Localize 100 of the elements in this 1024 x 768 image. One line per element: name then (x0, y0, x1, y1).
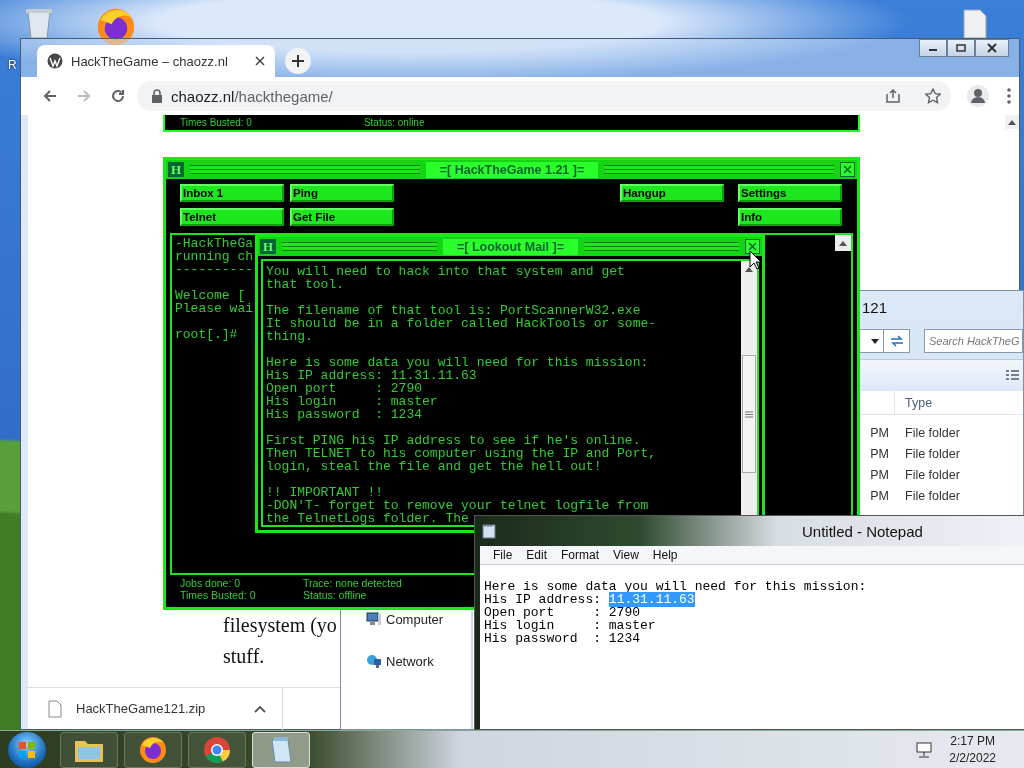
mail-line: You will need to hack into that system and get (266, 265, 625, 278)
chrome-icon (202, 734, 232, 765)
close-button[interactable] (975, 39, 1009, 57)
menu-item[interactable]: File (486, 548, 520, 562)
profile-icon[interactable] (967, 85, 989, 107)
game-button[interactable]: Inbox 1 (180, 184, 284, 202)
share-icon[interactable] (885, 88, 901, 104)
app-icon: H (168, 162, 184, 177)
windows-logo-icon (18, 740, 36, 759)
back-arrow-icon (42, 88, 58, 104)
view-icon[interactable] (1005, 368, 1019, 383)
mail-line: It should be in a folder called HackTools or some- (266, 317, 657, 330)
lock-icon (151, 89, 163, 103)
status-text: Jobs done: 0 (180, 577, 241, 589)
table-cell-text: File folder (904, 446, 960, 461)
firefox-icon[interactable] (95, 6, 137, 48)
page-text: filesystem (yo (223, 613, 337, 639)
status-text: Status: offline (303, 589, 367, 601)
notepad-icon (268, 735, 294, 764)
window-title: Untitled - Notepad (802, 522, 923, 540)
plus-icon (291, 54, 305, 68)
mail-line: that tool. (266, 278, 344, 291)
game-button[interactable]: Settings (738, 184, 842, 202)
strip-text: Status: online (363, 116, 425, 129)
mail-line: Here is some data you will need for this mission: (266, 356, 649, 369)
maximize-button[interactable] (947, 39, 975, 57)
up-arrow-icon (1008, 119, 1016, 125)
table-cell: PM (870, 446, 889, 461)
minimize-button[interactable] (919, 39, 947, 57)
window-title: 121 (862, 298, 888, 316)
table-cell-text: File folder (904, 488, 960, 503)
new-tab-button[interactable] (285, 48, 311, 74)
menu-item[interactable]: Edit (519, 548, 555, 562)
search-field[interactable]: Search HackTheG (924, 329, 1023, 353)
close-icon[interactable] (255, 56, 265, 66)
refresh-icon (888, 334, 905, 348)
terminal-line: running ch (175, 250, 253, 263)
close-icon (843, 165, 852, 174)
browser-tab[interactable]: HackTheGame – chaozz.nl (37, 45, 275, 77)
caret-icon[interactable] (254, 704, 266, 713)
start-button[interactable] (8, 731, 46, 768)
terminal-line: root[.]# (175, 328, 238, 341)
dropdown-icon[interactable] (871, 338, 879, 344)
menu-item[interactable]: View (606, 548, 646, 562)
wordpress-icon (47, 53, 63, 69)
menu-icon[interactable] (1007, 88, 1011, 104)
mail-line: The filename of that tool is: PortScannerW32.exe (266, 304, 641, 317)
nav-item[interactable]: Computer (366, 609, 471, 629)
terminal-line: Welcome [ (175, 289, 246, 302)
network-icon[interactable] (915, 740, 934, 759)
column-header[interactable]: Type (895, 395, 933, 410)
notepad-icon (482, 523, 496, 539)
scroll-up-button[interactable] (835, 235, 851, 251)
file-icon (48, 699, 62, 718)
grip-icon (745, 410, 753, 418)
mail-line: His IP address: 11.31.11.63 (266, 369, 477, 382)
scroll-up-button[interactable] (1005, 115, 1019, 129)
game-button[interactable]: Info (738, 208, 842, 226)
forward-arrow-icon (76, 88, 92, 104)
taskbar-button[interactable] (188, 731, 246, 768)
refresh-button[interactable] (884, 329, 910, 353)
maximize-icon (956, 44, 966, 52)
text-area[interactable]: Here is some data you will need for this mission: His IP address: 11.31.11.63 Open port : 2790 His login : master His password : 1234 (480, 565, 1024, 729)
menu-item[interactable]: Format (554, 548, 607, 562)
reload-icon (110, 88, 126, 104)
up-arrow-icon (839, 240, 847, 246)
close-icon (987, 43, 997, 53)
game-button[interactable]: Telnet (180, 208, 284, 226)
game-button[interactable]: Get File (290, 208, 394, 226)
clock[interactable]: 2:17 PM 2/2/2022 (949, 732, 996, 767)
mail-line: His login : master (266, 395, 438, 408)
table-cell: PM (870, 425, 889, 440)
status-text: Trace: none detected (303, 577, 402, 589)
mail-line: First PING his IP address to see if he's online. (266, 434, 641, 447)
text-line: His password : 1234 (484, 632, 641, 645)
table-cell-text: File folder (904, 467, 960, 482)
star-icon[interactable] (925, 88, 941, 104)
menu-item[interactable]: Help (645, 548, 685, 562)
text-line: Here is some data you will need for this mission: (484, 580, 867, 593)
terminal-line: Please wai (175, 302, 253, 315)
window-title: =[ Lookout Mail ]= (443, 238, 578, 255)
nav-item[interactable]: Network (366, 651, 471, 671)
game-button[interactable]: Hangup (620, 184, 724, 202)
window-title: =[ HackTheGame 1.21 ]= (425, 161, 599, 178)
taskbar-button[interactable] (60, 731, 118, 768)
icon-label: R (8, 58, 17, 72)
close-button[interactable] (745, 239, 760, 254)
mail-line: Open port : 2790 (266, 382, 423, 395)
strip-text: Times Busted: 0 (180, 116, 252, 129)
terminal-line: -HackTheGa (175, 237, 253, 250)
close-button[interactable] (840, 162, 855, 177)
mail-line: thing. (266, 330, 313, 343)
taskbar-button[interactable] (124, 731, 182, 768)
address-bar[interactable]: chaozz.nl/hackthegame/ (137, 81, 951, 111)
computer-icon (366, 611, 382, 627)
table-cell-text: File folder (904, 425, 960, 440)
game-button[interactable]: Ping (290, 184, 394, 202)
text-line: Open port : 2790 (484, 606, 641, 619)
table-cell: PM (870, 467, 889, 482)
mail-line: !! IMPORTANT !! (266, 486, 384, 499)
